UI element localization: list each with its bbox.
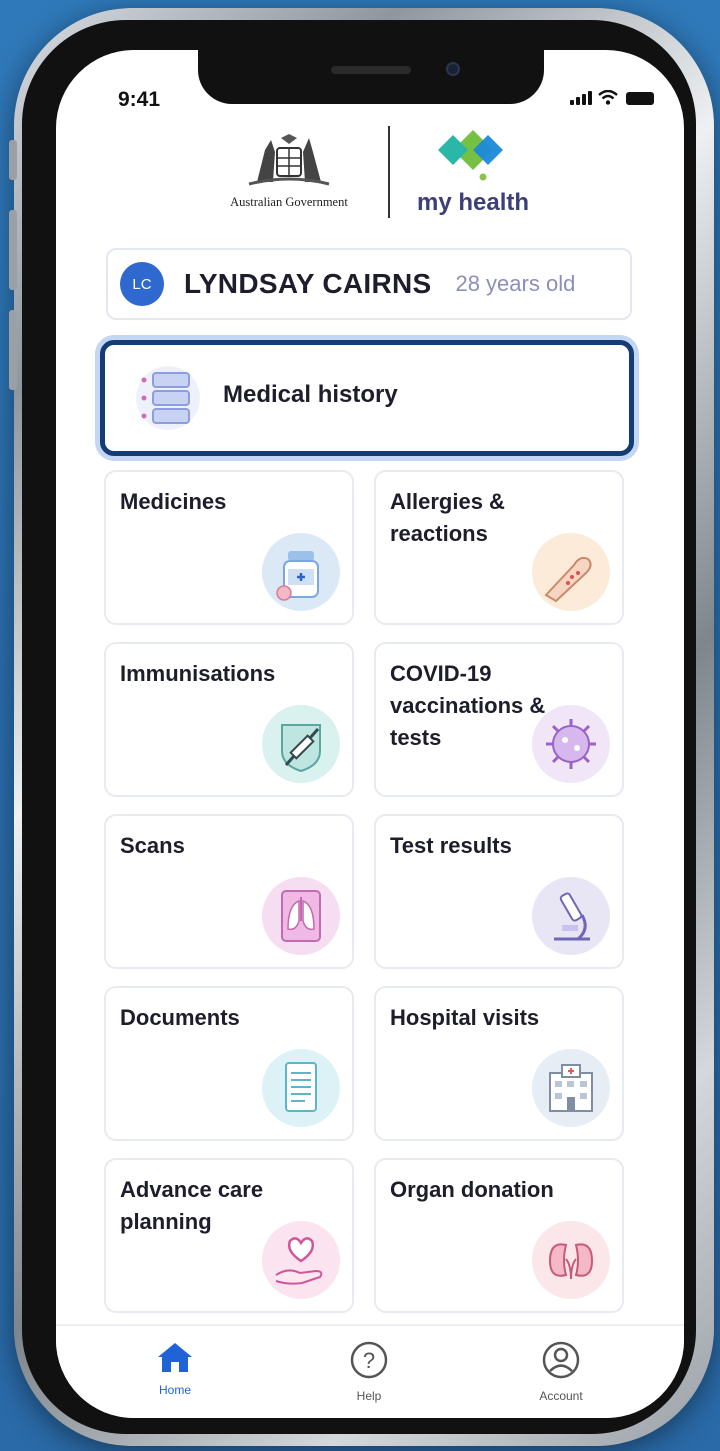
tile-label: Scans: [120, 833, 185, 858]
tile-advance-care[interactable]: Advance care planning: [104, 1158, 354, 1313]
hand-heart-icon: [262, 1221, 340, 1299]
home-icon: [158, 1343, 192, 1372]
speaker-grille: [331, 66, 411, 74]
tile-label: Hospital visits: [390, 1005, 540, 1030]
wifi-icon: [598, 90, 618, 105]
profile-age: 28 years old: [455, 271, 576, 296]
medicine-bottle-icon: [262, 533, 340, 611]
account-icon: [542, 1341, 580, 1379]
tile-scans[interactable]: Scans: [104, 814, 354, 969]
front-camera: [446, 62, 460, 76]
app-name: my health: [416, 189, 530, 216]
cellular-signal-icon: [570, 91, 592, 105]
tile-label: Documents: [120, 1005, 240, 1030]
hospital-icon: [532, 1049, 610, 1127]
medical-history-card[interactable]: Medical history: [100, 340, 634, 456]
profile-card[interactable]: LC LYNDSAY CAIRNS 28 years old: [106, 248, 632, 320]
virus-icon: [532, 705, 610, 783]
tile-allergies[interactable]: Allergies & reactions: [374, 470, 624, 625]
svg-text:?: ?: [363, 1348, 375, 1373]
profile-name: LYNDSAY CAIRNS: [184, 268, 432, 299]
volume-down-button: [9, 310, 17, 390]
australian-government-logo: Australian Government: [204, 132, 374, 210]
volume-up-button: [9, 210, 17, 290]
document-icon: [262, 1049, 340, 1127]
medical-history-label: Medical history: [223, 381, 398, 408]
tile-label: Medicines: [120, 489, 227, 514]
nav-account[interactable]: Account: [506, 1340, 616, 1403]
tile-organ-donation[interactable]: Organ donation: [374, 1158, 624, 1313]
notch: [198, 50, 544, 104]
battery-icon: [626, 92, 654, 105]
tile-label: Immunisations: [120, 661, 276, 686]
nav-help-label: Help: [356, 1389, 382, 1403]
bottom-nav: Home ? Help Account: [56, 1324, 684, 1418]
tile-documents[interactable]: Documents: [104, 986, 354, 1141]
mute-switch: [9, 140, 17, 180]
allergic-arm-icon: [532, 533, 610, 611]
status-time: 9:41: [118, 88, 161, 111]
nav-help[interactable]: ? Help: [314, 1340, 424, 1403]
my-health-logo: my health: [403, 120, 543, 217]
microscope-icon: [532, 877, 610, 955]
coat-of-arms-icon: [248, 134, 330, 186]
government-logo-text: Australian Government: [230, 195, 348, 209]
tile-medicines[interactable]: Medicines: [104, 470, 354, 625]
tile-hospital-visits[interactable]: Hospital visits: [374, 986, 624, 1141]
screen: 9:41 Australian Government my health LC …: [56, 50, 684, 1418]
status-icons: [570, 90, 654, 105]
nav-home[interactable]: Home: [120, 1340, 230, 1397]
logo-divider: [388, 126, 390, 218]
tile-label: Test results: [390, 833, 512, 858]
nav-home-label: Home: [158, 1383, 191, 1397]
syringe-icon: [262, 705, 340, 783]
nav-account-label: Account: [539, 1389, 583, 1403]
kidneys-icon: [532, 1221, 610, 1299]
help-icon: ?: [350, 1341, 388, 1379]
xray-lungs-icon: [262, 877, 340, 955]
tile-immunisations[interactable]: Immunisations: [104, 642, 354, 797]
medical-records-icon: [136, 366, 200, 430]
tile-label: Organ donation: [390, 1177, 554, 1202]
tile-test-results[interactable]: Test results: [374, 814, 624, 969]
tile-covid[interactable]: COVID-19 vaccinations & tests: [374, 642, 624, 797]
avatar: LC: [120, 262, 164, 306]
my-health-diamonds-icon: [438, 130, 503, 181]
